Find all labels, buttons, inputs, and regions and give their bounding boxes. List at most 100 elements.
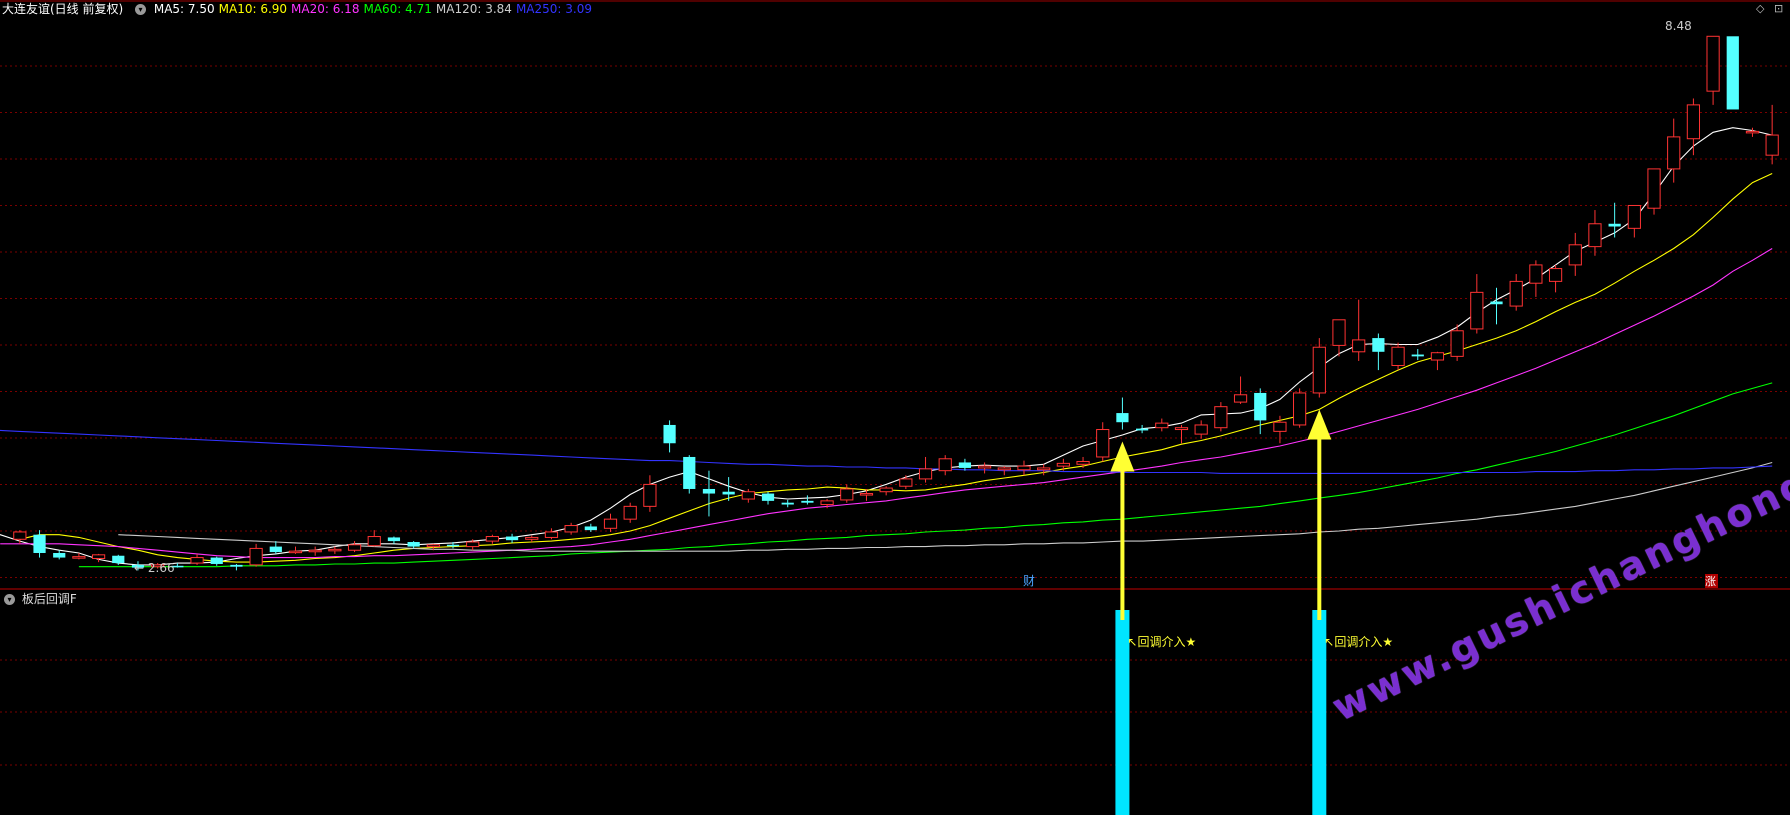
candle-body (347, 544, 362, 551)
candle-body (1273, 421, 1287, 432)
candle-body (1490, 301, 1503, 305)
candle-body (33, 534, 46, 553)
candle-body (1194, 424, 1208, 435)
candle-body (544, 531, 559, 538)
candle-body (722, 491, 735, 495)
candle-body (72, 556, 86, 559)
candle-body (1706, 35, 1720, 92)
candle-body (1608, 223, 1621, 227)
candle-body (1293, 392, 1307, 426)
candle-body (1588, 223, 1602, 248)
candle-body (230, 564, 243, 567)
candle-body (997, 467, 1011, 471)
indicator-title[interactable]: 板后回调F (22, 592, 77, 606)
arrow-head (1110, 441, 1135, 472)
candle-body (1765, 134, 1779, 156)
kline-chart[interactable]: ↖回调介入★ ↖回调介入★ 8.48 ← 2.66 财 涨 (0, 0, 1790, 815)
candle-body (623, 505, 637, 520)
candle-body (1174, 427, 1189, 431)
candle-body (446, 544, 460, 547)
ma5-line (0, 127, 1773, 566)
ma-legend-item: MA60: 4.71 (363, 2, 432, 16)
candle-body (1470, 291, 1484, 330)
candle-body (308, 549, 322, 553)
candle-body (1745, 130, 1760, 134)
candle-body (1312, 346, 1326, 394)
candle-body (1155, 422, 1169, 429)
candle-body (269, 546, 282, 553)
candle-body (1647, 168, 1661, 209)
candle-body (1096, 429, 1110, 458)
candle-body (210, 557, 223, 564)
moving-average-lines (0, 127, 1773, 568)
candle-body (584, 526, 597, 531)
candle-body (859, 493, 874, 496)
chevron-down-icon[interactable]: ▾ (135, 4, 147, 15)
candle-body (603, 518, 618, 529)
price-grid (0, 0, 1790, 766)
candle-body (683, 456, 696, 489)
candle-body (1509, 280, 1523, 307)
candle-body (1568, 244, 1582, 266)
candle-body (426, 544, 440, 548)
window-icon[interactable]: ⊡ (1774, 2, 1783, 15)
candle-body (1726, 36, 1739, 110)
candle-body (702, 488, 716, 494)
signal-label: ↖回调介入★ (1324, 635, 1393, 649)
candle-body (958, 462, 972, 468)
ma10-line (19, 173, 1773, 563)
candle-body (505, 536, 519, 541)
candle-body (918, 468, 933, 480)
candle-body (367, 536, 381, 547)
candle-body (801, 500, 814, 503)
ma-legend-item: MA20: 6.18 (291, 2, 360, 16)
entry-arrows (1110, 409, 1332, 620)
candle-body (13, 531, 27, 540)
candle-body (899, 478, 913, 487)
candle-body (1667, 136, 1681, 170)
candle-body (1372, 338, 1385, 352)
candle-body (820, 500, 834, 506)
candle-body (1136, 428, 1149, 431)
candle-body (288, 550, 303, 554)
candle-body (1529, 264, 1543, 284)
rise-marker[interactable]: 涨 (1705, 575, 1716, 588)
candle-body (977, 465, 992, 469)
candle-body (879, 487, 893, 493)
ma-legend-item: MA5: 7.50 (153, 2, 215, 16)
high-price-label: 8.48 (1665, 19, 1692, 33)
candle-body (112, 555, 125, 564)
chevron-down-icon[interactable]: ▾ (4, 594, 15, 605)
candle-body (407, 542, 420, 547)
candle-body (1627, 204, 1641, 229)
ma-legend-item: MA10: 6.90 (218, 2, 288, 16)
candle-body (1017, 465, 1031, 471)
candle-body (1037, 467, 1051, 471)
candle-body (328, 548, 342, 552)
ma-legend: MA5: 7.50 MA10: 6.90 MA20: 6.18 MA60: 4.71 M… (154, 2, 596, 16)
candle-body (1076, 461, 1090, 465)
candle-body (643, 483, 657, 507)
low-price-value: 2.66 (148, 561, 175, 575)
candle-body (190, 557, 204, 564)
candle-body (91, 554, 106, 559)
ma250-line (0, 429, 1773, 474)
candle-body (1233, 394, 1248, 403)
candle-body (1116, 413, 1129, 423)
candle-body (761, 493, 775, 501)
candle-body (1450, 330, 1464, 357)
signal-label: ↖回调介入★ (1127, 635, 1196, 649)
candle-body (525, 536, 539, 540)
candle-body (663, 424, 676, 444)
ma-legend-item: MA250: 3.09 (515, 2, 592, 16)
ma-legend-item: MA120: 3.84 (435, 2, 512, 16)
diamond-icon[interactable]: ◇ (1756, 2, 1764, 15)
stock-title[interactable]: 大连友谊(日线 前复权) (2, 2, 123, 16)
finance-marker[interactable]: 财 (1023, 574, 1035, 588)
candle-body (1254, 392, 1267, 421)
candle-body (1686, 104, 1701, 140)
candle-body (466, 541, 480, 548)
arrow-head (1307, 409, 1332, 440)
candle-body (485, 536, 499, 542)
candle-body (1056, 462, 1070, 467)
